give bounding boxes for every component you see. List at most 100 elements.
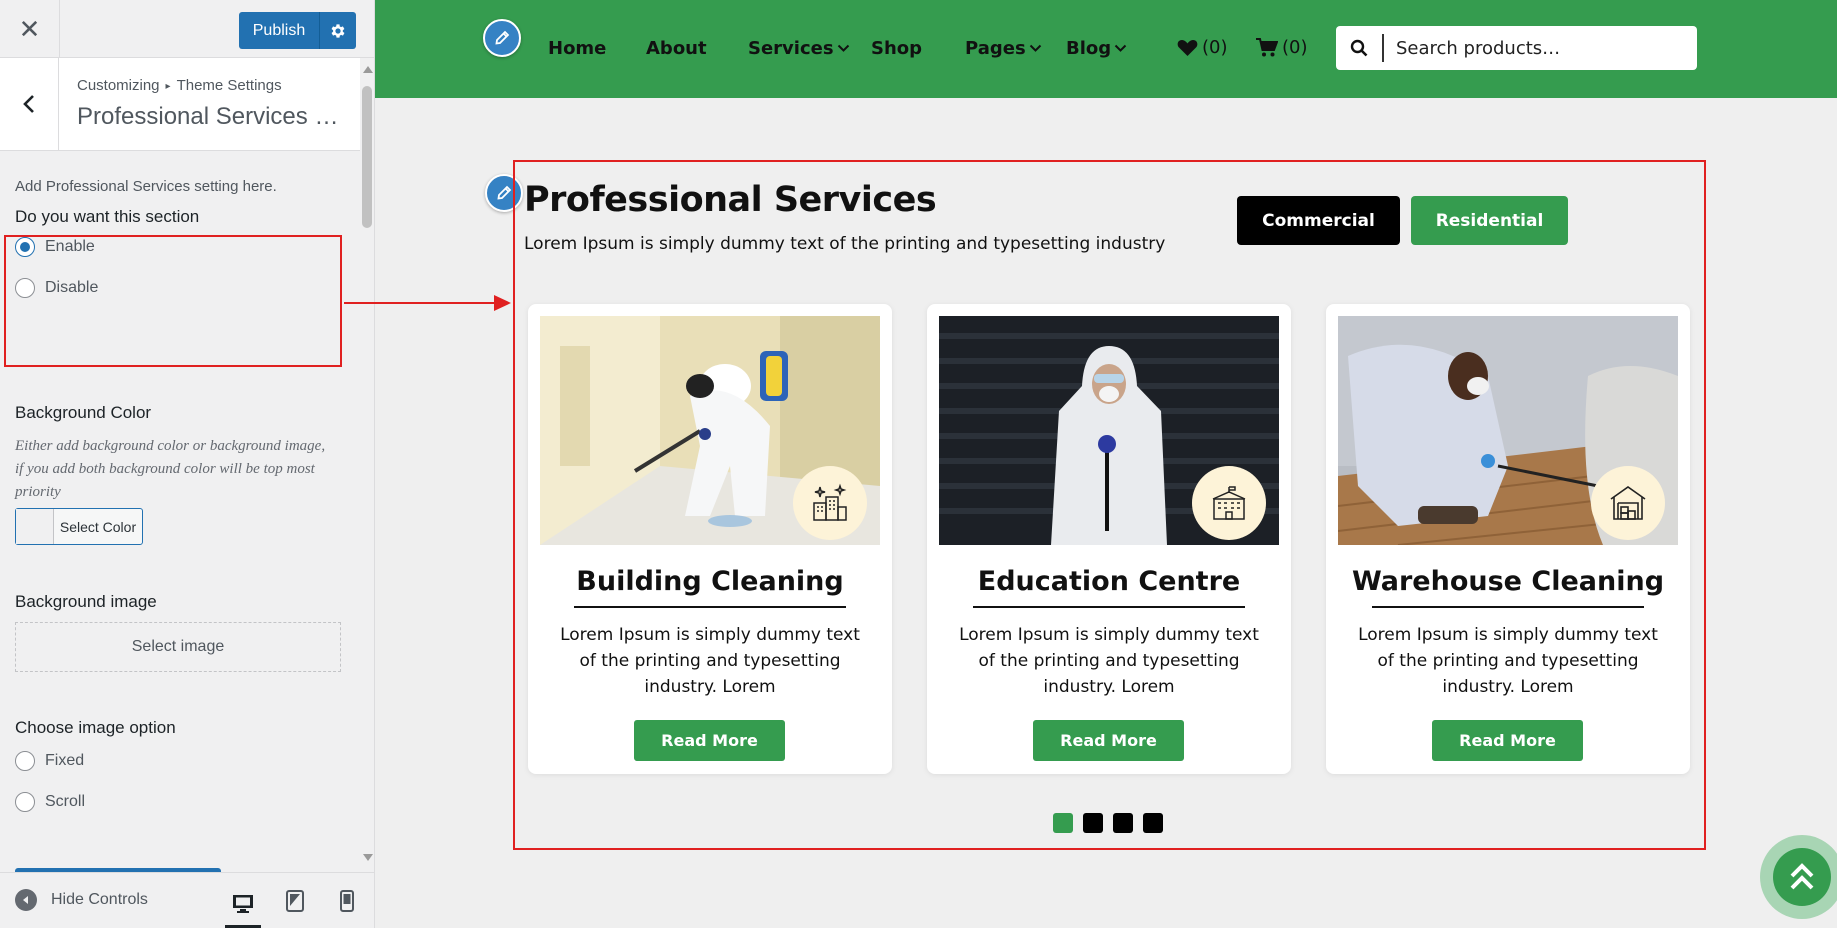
tab-residential[interactable]: Residential: [1411, 196, 1568, 245]
radio-scroll[interactable]: Scroll: [15, 792, 85, 812]
sidebar-scrollbar[interactable]: [360, 58, 374, 868]
customizer-footer: Hide Controls: [0, 872, 374, 928]
scroll-to-top-button[interactable]: [1760, 835, 1837, 919]
chevron-down-icon: [837, 44, 849, 52]
select-color-label: Select Color: [59, 518, 137, 535]
select-color-button[interactable]: Select Color: [15, 508, 143, 545]
section-toggle-title: Do you want this section: [15, 207, 200, 226]
service-card-title: Warehouse Cleaning: [1351, 566, 1665, 597]
cart-link[interactable]: (0): [1256, 37, 1308, 58]
radio-button[interactable]: [15, 278, 35, 298]
cart-icon: [1256, 38, 1278, 57]
professional-services-section: Professional Services Lorem Ipsum is sim…: [513, 160, 1706, 850]
scroll-to-top-inner: [1773, 848, 1831, 906]
pencil-icon: [497, 185, 512, 200]
slider-dot[interactable]: [1113, 813, 1133, 833]
title-underline: [973, 606, 1245, 608]
nav-label: Pages: [965, 38, 1026, 59]
slider-dot[interactable]: [1143, 813, 1163, 833]
search-input[interactable]: Search products…: [1336, 26, 1697, 70]
preview-desktop-button[interactable]: [225, 883, 261, 928]
scroll-up-arrow[interactable]: [363, 66, 373, 73]
collapse-arrow-icon: [15, 889, 37, 911]
read-more-button[interactable]: Read More: [1033, 720, 1184, 761]
select-image-button[interactable]: Select image: [15, 622, 341, 672]
nav-shop[interactable]: Shop: [871, 38, 922, 59]
publish-group: Publish: [239, 12, 356, 49]
gear-icon: [331, 23, 345, 38]
background-color-title: Background Color: [15, 403, 152, 422]
edit-header-shortcut[interactable]: [483, 19, 521, 57]
nav-blog[interactable]: Blog: [1066, 38, 1127, 59]
breadcrumb-item: Customizing: [77, 77, 160, 94]
customizer-sidebar: ✕ Publish Customizing ▸ Theme Settings Pro…: [0, 0, 375, 928]
scroll-down-arrow[interactable]: [363, 854, 373, 861]
title-underline: [1372, 606, 1644, 608]
slider-dot-active[interactable]: [1053, 813, 1073, 833]
background-image-title: Background image: [15, 592, 157, 611]
service-card-text: Lorem Ipsum is simply dummy text of the …: [959, 625, 1259, 697]
service-card-text: Lorem Ipsum is simply dummy text of the …: [560, 625, 860, 697]
radio-button[interactable]: [15, 751, 35, 771]
heart-icon: [1177, 39, 1198, 56]
radio-label: Enable: [45, 238, 95, 255]
breadcrumb: Customizing ▸ Theme Settings: [77, 77, 282, 94]
service-card: Warehouse Cleaning Lorem Ipsum is simply…: [1326, 304, 1690, 774]
publish-button[interactable]: Publish: [239, 12, 319, 49]
section-header: Customizing ▸ Theme Settings Professional …: [0, 58, 360, 151]
read-more-button[interactable]: Read More: [1432, 720, 1583, 761]
radio-enable[interactable]: Enable: [15, 237, 95, 257]
hide-controls-label: Hide Controls: [51, 891, 148, 908]
preview-mobile-button[interactable]: [329, 883, 365, 919]
radio-button-checked[interactable]: [15, 237, 35, 257]
read-more-button[interactable]: Read More: [634, 720, 785, 761]
warehouse-icon: [1591, 466, 1665, 540]
customizer-header: ✕ Publish: [0, 0, 374, 58]
nav-home[interactable]: Home: [548, 38, 606, 59]
nav-services[interactable]: Services: [748, 38, 850, 59]
desktop-icon: [233, 895, 253, 913]
pencil-icon: [495, 30, 510, 45]
chevron-down-icon: [1029, 44, 1041, 52]
radio-label: Scroll: [45, 793, 86, 810]
service-card-title: Building Cleaning: [576, 566, 844, 597]
wishlist-link[interactable]: (0): [1177, 37, 1228, 58]
publish-settings-button[interactable]: [319, 12, 356, 49]
section-description: Add Professional Services setting here.: [15, 178, 277, 195]
tablet-icon: [286, 890, 304, 912]
preview-tablet-button[interactable]: [277, 883, 313, 919]
radio-label: Fixed: [45, 752, 85, 769]
breadcrumb-item: Theme Settings: [176, 77, 282, 94]
annotation-arrow-line: [344, 302, 496, 304]
background-color-help: Either add background color or backgroun…: [15, 438, 326, 500]
school-building-icon: [1192, 466, 1266, 540]
radio-disable[interactable]: Disable: [15, 278, 98, 298]
scroll-thumb[interactable]: [362, 86, 372, 228]
radio-button[interactable]: [15, 792, 35, 812]
radio-fixed[interactable]: Fixed: [15, 751, 84, 771]
annotation-arrow-head: [494, 295, 511, 311]
hide-controls-button[interactable]: Hide Controls: [15, 889, 148, 911]
cart-count: (0): [1282, 37, 1308, 58]
slider-dot[interactable]: [1083, 813, 1103, 833]
title-underline: [574, 606, 846, 608]
mobile-icon: [340, 890, 354, 912]
buildings-sparkle-icon: [793, 466, 867, 540]
close-customizer-button[interactable]: ✕: [0, 0, 60, 58]
section-subtitle: Lorem Ipsum is simply dummy text of the …: [524, 234, 1166, 254]
back-button[interactable]: [0, 58, 59, 150]
nav-pages[interactable]: Pages: [965, 38, 1042, 59]
chevron-down-icon: [1114, 44, 1127, 52]
color-swatch: [16, 509, 54, 544]
site-preview: Home About Services Shop Pages Blog (0) …: [375, 0, 1837, 928]
tab-commercial[interactable]: Commercial: [1237, 196, 1400, 245]
site-header: Home About Services Shop Pages Blog (0) …: [375, 0, 1837, 98]
service-card: Building Cleaning Lorem Ipsum is simply …: [528, 304, 892, 774]
nav-about[interactable]: About: [646, 38, 707, 59]
close-icon: ✕: [18, 13, 41, 44]
service-card-title: Education Centre: [977, 566, 1241, 597]
search-placeholder: Search products…: [1396, 37, 1561, 59]
nav-label: Blog: [1066, 38, 1112, 59]
nav-label: Services: [748, 38, 834, 59]
search-icon: [1336, 34, 1384, 62]
